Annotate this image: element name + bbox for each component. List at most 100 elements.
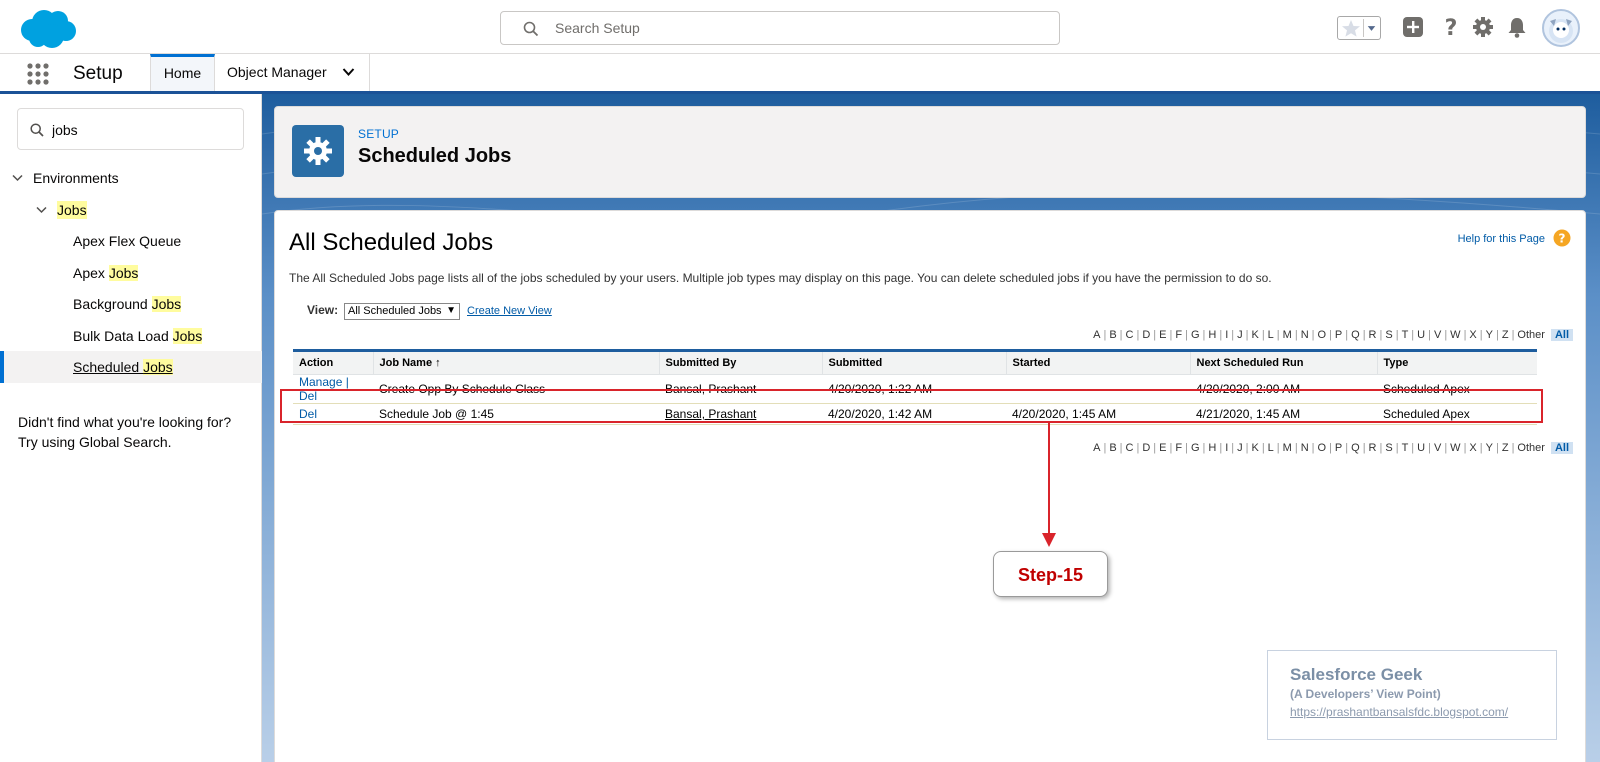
chevron-down-icon[interactable] <box>342 67 355 77</box>
global-search[interactable] <box>500 11 1060 45</box>
alphabet-filter-t[interactable]: T <box>1399 329 1412 341</box>
favorites-group[interactable] <box>1337 16 1381 40</box>
alphabet-filter-f[interactable]: F <box>1172 442 1185 454</box>
alphabet-filter-i[interactable]: I <box>1222 329 1231 341</box>
alphabet-filter-c[interactable]: C <box>1123 442 1137 454</box>
column-header-next-scheduled-run[interactable]: Next Scheduled Run <box>1189 350 1377 375</box>
alphabet-filter-c[interactable]: C <box>1123 329 1137 341</box>
alphabet-filter-r[interactable]: R <box>1366 329 1380 341</box>
global-search-input[interactable] <box>555 18 1035 38</box>
not-found-line-2: Try using Global Search. <box>18 434 172 450</box>
svg-text:?: ? <box>1559 232 1566 246</box>
column-header-job-name[interactable]: Job Name ↑ <box>372 350 659 375</box>
alphabet-filter-q[interactable]: Q <box>1348 329 1363 341</box>
chevron-down-icon[interactable] <box>12 174 23 182</box>
alphabet-filter-y[interactable]: Y <box>1483 442 1496 454</box>
column-header-type[interactable]: Type <box>1376 350 1537 375</box>
alphabet-filter-w[interactable]: W <box>1447 329 1463 341</box>
annotation-arrow-line <box>1048 423 1050 541</box>
alphabet-filter-j[interactable]: J <box>1234 442 1246 454</box>
alphabet-filter-o[interactable]: O <box>1315 329 1330 341</box>
alphabet-filter-p[interactable]: P <box>1332 442 1345 454</box>
alphabet-filter-x[interactable]: X <box>1466 442 1479 454</box>
alphabet-filter-s[interactable]: S <box>1382 442 1395 454</box>
alphabet-filter-k[interactable]: K <box>1248 329 1261 341</box>
favorites-caret-icon[interactable] <box>1363 19 1379 37</box>
alphabet-filter-l[interactable]: L <box>1265 442 1277 454</box>
alphabet-filter-all[interactable]: All <box>1550 442 1573 454</box>
alphabet-filter-o[interactable]: O <box>1315 442 1330 454</box>
tab-home[interactable]: Home <box>150 54 215 91</box>
alphabet-filter-g[interactable]: G <box>1188 329 1203 341</box>
tree-node-environments[interactable]: Environments <box>0 162 262 194</box>
salesforce-cloud-logo[interactable] <box>18 8 78 50</box>
sidebar-item-background-jobs[interactable]: Background Jobs <box>0 288 262 320</box>
sidebar-item-apex-flex-queue[interactable]: Apex Flex Queue <box>0 225 262 257</box>
alphabet-filter-b[interactable]: B <box>1106 442 1119 454</box>
gear-icon[interactable] <box>1470 14 1496 40</box>
column-header-started[interactable]: Started <box>1005 350 1190 375</box>
alphabet-filter-p[interactable]: P <box>1332 329 1345 341</box>
help-icon[interactable]: ? <box>1438 14 1464 40</box>
alphabet-filter-other[interactable]: Other <box>1514 329 1548 341</box>
column-header-submitted[interactable]: Submitted <box>821 350 1006 375</box>
alphabet-filter-m[interactable]: M <box>1280 442 1295 454</box>
alphabet-filter-r[interactable]: R <box>1366 442 1380 454</box>
alphabet-filter-g[interactable]: G <box>1188 442 1203 454</box>
bell-icon[interactable] <box>1504 14 1530 40</box>
alphabet-filter-d[interactable]: D <box>1139 442 1153 454</box>
alphabet-filter-n[interactable]: N <box>1298 442 1312 454</box>
alphabet-filter-a[interactable]: A <box>1090 442 1103 454</box>
avatar[interactable] <box>1542 9 1580 47</box>
tree-node-jobs[interactable]: Jobs <box>0 194 262 226</box>
alphabet-filter-f[interactable]: F <box>1172 329 1185 341</box>
chevron-down-icon[interactable] <box>36 206 47 214</box>
alphabet-filter-u[interactable]: U <box>1414 329 1428 341</box>
quick-find[interactable] <box>17 108 244 150</box>
alphabet-filter-v[interactable]: V <box>1431 442 1444 454</box>
help-circle-icon[interactable]: ? <box>1553 229 1571 247</box>
alphabet-filter-u[interactable]: U <box>1414 442 1428 454</box>
sidebar-item-bulk-data-load-jobs[interactable]: Bulk Data Load Jobs <box>0 320 262 352</box>
view-select[interactable]: All Scheduled Jobs ▼ <box>344 303 460 320</box>
favorites-star-icon[interactable] <box>1340 18 1362 38</box>
alphabet-filter-j[interactable]: J <box>1234 329 1246 341</box>
alphabet-filter-s[interactable]: S <box>1382 329 1395 341</box>
alphabet-filter-x[interactable]: X <box>1466 329 1479 341</box>
alphabet-filter-h[interactable]: H <box>1205 329 1219 341</box>
quick-find-input[interactable] <box>52 120 232 140</box>
tab-object-manager[interactable]: Object Manager <box>215 54 370 91</box>
alphabet-filter-a[interactable]: A <box>1090 329 1103 341</box>
sidebar-item-apex-jobs[interactable]: Apex Jobs <box>0 257 262 289</box>
action-separator: | <box>342 375 349 389</box>
alphabet-filter-h[interactable]: H <box>1205 442 1219 454</box>
alphabet-filter-k[interactable]: K <box>1248 442 1261 454</box>
create-new-view-link[interactable]: Create New View <box>467 305 552 317</box>
app-launcher-icon[interactable] <box>26 62 50 86</box>
add-icon[interactable] <box>1400 14 1426 40</box>
watermark-url[interactable]: https://prashantbansalsfdc.blogspot.com/ <box>1290 705 1508 719</box>
sidebar-item-scheduled-jobs[interactable]: Scheduled Jobs <box>0 351 262 383</box>
alphabet-filter-all[interactable]: All <box>1550 329 1573 341</box>
alphabet-filter-n[interactable]: N <box>1298 329 1312 341</box>
alphabet-filter-l[interactable]: L <box>1265 329 1277 341</box>
manage-link[interactable]: Manage <box>299 375 342 389</box>
alphabet-filter-d[interactable]: D <box>1139 329 1153 341</box>
alphabet-filter-b[interactable]: B <box>1106 329 1119 341</box>
page-header: SETUP Scheduled Jobs <box>274 106 1586 198</box>
alphabet-filter-z[interactable]: Z <box>1499 442 1512 454</box>
alphabet-filter-w[interactable]: W <box>1447 442 1463 454</box>
alphabet-filter-z[interactable]: Z <box>1499 329 1512 341</box>
alphabet-filter-e[interactable]: E <box>1156 442 1169 454</box>
alphabet-filter-m[interactable]: M <box>1280 329 1295 341</box>
column-header-submitted-by[interactable]: Submitted By <box>658 350 822 375</box>
alphabet-filter-i[interactable]: I <box>1222 442 1231 454</box>
tab-object-manager-label: Object Manager <box>227 64 327 80</box>
alphabet-filter-e[interactable]: E <box>1156 329 1169 341</box>
alphabet-filter-y[interactable]: Y <box>1483 329 1496 341</box>
alphabet-filter-other[interactable]: Other <box>1514 442 1548 454</box>
help-for-page-link[interactable]: Help for this Page <box>1458 233 1545 245</box>
alphabet-filter-t[interactable]: T <box>1399 442 1412 454</box>
alphabet-filter-v[interactable]: V <box>1431 329 1444 341</box>
alphabet-filter-q[interactable]: Q <box>1348 442 1363 454</box>
